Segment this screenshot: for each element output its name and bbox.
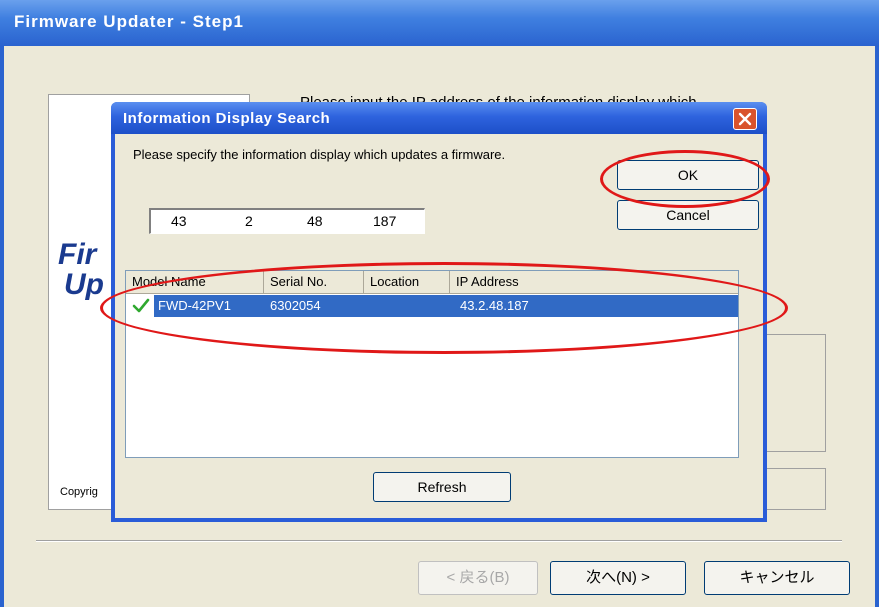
ip-octet-4[interactable]: 187 <box>373 213 396 229</box>
close-icon[interactable] <box>733 108 757 130</box>
back-button[interactable]: < 戻る(B) <box>418 561 538 595</box>
ok-highlight-annotation <box>600 150 770 208</box>
bottom-separator <box>36 540 842 542</box>
copyright-text: Copyrig <box>60 486 98 498</box>
logo-text-line1: Fir <box>58 238 97 271</box>
wizard-titlebar[interactable]: Firmware Updater - Step1 <box>0 0 879 46</box>
next-button[interactable]: 次へ(N) > <box>550 561 686 595</box>
dialog-titlebar[interactable]: Information Display Search <box>111 102 767 134</box>
info-groupbox-2 <box>760 468 826 510</box>
row-highlight-annotation <box>100 262 788 354</box>
ip-address-field[interactable]: 43 2 48 187 <box>149 208 425 234</box>
dialog-prompt: Please specify the information display w… <box>133 147 506 162</box>
dialog-title: Information Display Search <box>123 110 331 127</box>
wizard-cancel-button[interactable]: キャンセル <box>704 561 850 595</box>
logo-text-line2: Up <box>64 268 104 301</box>
info-groupbox <box>760 334 826 452</box>
ip-octet-2[interactable]: 2 <box>245 213 253 229</box>
wizard-title: Firmware Updater - Step1 <box>14 12 244 31</box>
ip-octet-1[interactable]: 43 <box>171 213 187 229</box>
ip-octet-3[interactable]: 48 <box>307 213 323 229</box>
refresh-button[interactable]: Refresh <box>373 472 511 502</box>
